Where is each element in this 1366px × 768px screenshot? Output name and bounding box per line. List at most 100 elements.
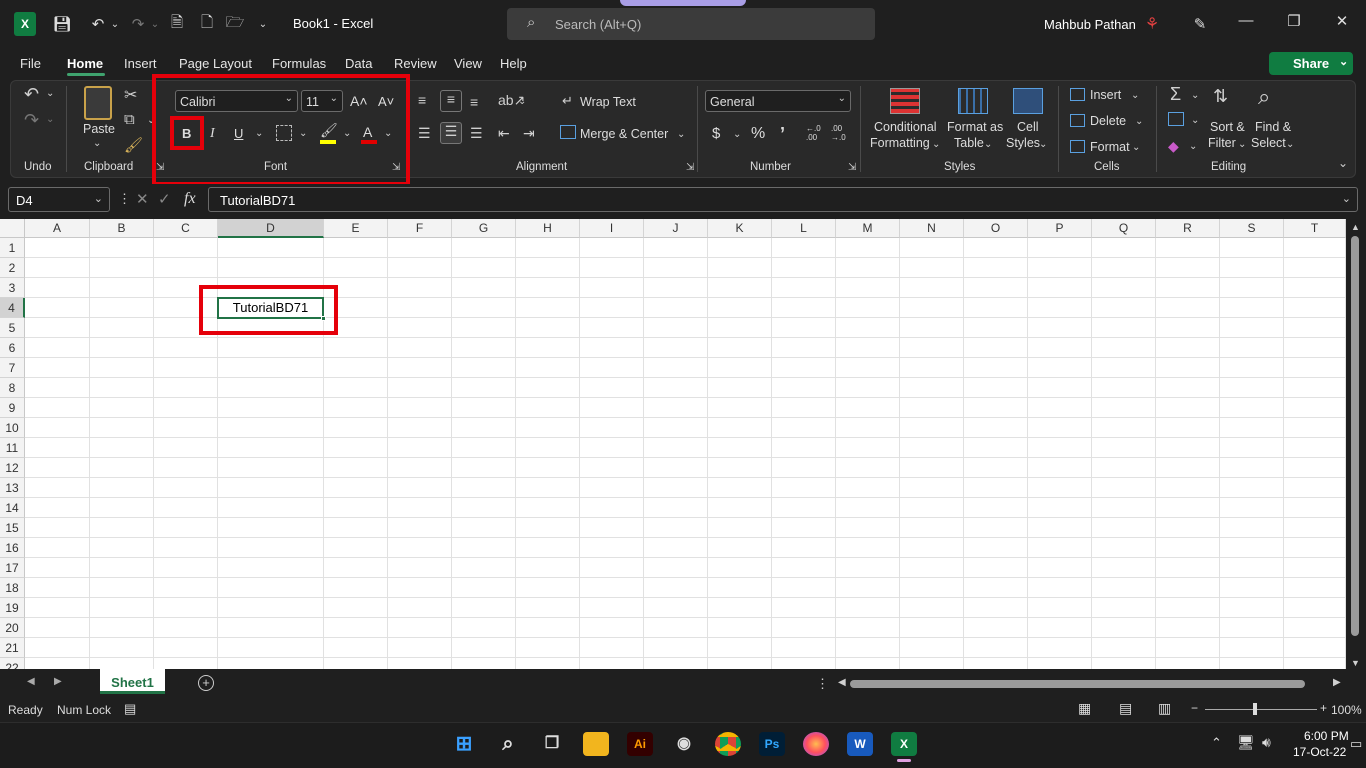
column-header-n[interactable]: N xyxy=(900,219,964,238)
currency-button[interactable]: $ xyxy=(712,125,720,142)
column-header-g[interactable]: G xyxy=(452,219,516,238)
tab-view[interactable]: View xyxy=(454,56,482,71)
format-painter-icon[interactable]: 🖌︎ xyxy=(124,136,143,154)
cell-styles-label-1[interactable]: Cell xyxy=(1017,120,1039,134)
scroll-up-icon[interactable]: ▲ xyxy=(1351,222,1360,232)
row-header-18[interactable]: 18 xyxy=(0,578,25,598)
column-header-j[interactable]: J xyxy=(644,219,708,238)
align-left-icon[interactable]: ☰ xyxy=(418,125,431,142)
scroll-left-icon[interactable]: ◀ xyxy=(838,677,846,688)
merge-center-button[interactable]: Merge & Center xyxy=(580,127,668,141)
collapse-ribbon-icon[interactable]: ⌄ xyxy=(1338,156,1348,170)
row-header-9[interactable]: 9 xyxy=(0,398,25,418)
insert-dropdown-icon[interactable]: ⌄ xyxy=(1131,90,1139,101)
tab-file[interactable]: File xyxy=(20,56,41,71)
row-header-7[interactable]: 7 xyxy=(0,358,25,378)
align-right-icon[interactable]: ☰ xyxy=(470,125,483,142)
row-header-12[interactable]: 12 xyxy=(0,458,25,478)
tray-chevron-icon[interactable]: ⌃ xyxy=(1211,735,1222,751)
add-sheet-icon[interactable]: + xyxy=(198,675,214,691)
tab-review[interactable]: Review xyxy=(394,56,437,71)
delete-cells-button[interactable]: Delete xyxy=(1090,114,1126,128)
format-as-table-dropdown-icon[interactable]: ⌄ xyxy=(984,139,992,150)
align-bottom-icon[interactable]: ≡ xyxy=(470,94,478,110)
copy-icon[interactable]: ⧉ xyxy=(124,111,135,128)
wrap-text-button[interactable]: Wrap Text xyxy=(580,95,636,109)
sort-filter-dropdown-icon[interactable]: ⌄ xyxy=(1238,139,1246,150)
close-icon[interactable]: ✕ xyxy=(1322,12,1362,36)
avatar[interactable]: ⚘ xyxy=(1140,12,1164,36)
number-format-dropdown[interactable]: General ⌄ xyxy=(705,90,851,112)
row-header-14[interactable]: 14 xyxy=(0,498,25,518)
format-dropdown-icon[interactable]: ⌄ xyxy=(1132,142,1140,153)
tab-split-icon[interactable]: ⋮ xyxy=(816,676,829,692)
cancel-icon[interactable]: ✕ xyxy=(136,190,149,208)
autosum-icon[interactable]: Σ xyxy=(1170,84,1181,105)
conditional-formatting-icon[interactable] xyxy=(890,88,920,114)
clear-dropdown-icon[interactable]: ⌄ xyxy=(1189,141,1197,152)
conditional-formatting-label-2[interactable]: Formatting xyxy=(870,136,930,150)
prev-sheet-icon[interactable]: ◀ xyxy=(27,676,35,687)
paste-dropdown-icon[interactable]: ⌄ xyxy=(93,138,101,149)
row-header-5[interactable]: 5 xyxy=(0,318,25,338)
column-header-p[interactable]: P xyxy=(1028,219,1092,238)
page-layout-view-icon[interactable]: ▤ xyxy=(1119,700,1132,717)
row-header-2[interactable]: 2 xyxy=(0,258,25,278)
column-header-a[interactable]: A xyxy=(25,219,90,238)
minimize-icon[interactable]: — xyxy=(1226,12,1266,36)
currency-dropdown-icon[interactable]: ⌄ xyxy=(733,129,741,140)
spreadsheet-grid[interactable]: A B C D E F G H I J K L M N O P Q R S T 1 2 3 4 5 6 7 8 9 10 11 12 13 14 1… xyxy=(0,219,1346,669)
column-header-b[interactable]: B xyxy=(90,219,154,238)
row-header-6[interactable]: 6 xyxy=(0,338,25,358)
format-cells-button[interactable]: Format xyxy=(1090,140,1130,154)
scroll-right-icon[interactable]: ▶ xyxy=(1333,677,1341,688)
row-header-3[interactable]: 3 xyxy=(0,278,25,298)
merge-dropdown-icon[interactable]: ⌄ xyxy=(677,129,685,140)
row-header-21[interactable]: 21 xyxy=(0,638,25,658)
find-select-dropdown-icon[interactable]: ⌄ xyxy=(1286,139,1294,150)
firefox-icon[interactable] xyxy=(803,732,829,756)
delete-cells-icon[interactable] xyxy=(1070,114,1085,127)
row-header-1[interactable]: 1 xyxy=(0,238,25,258)
column-header-s[interactable]: S xyxy=(1220,219,1284,238)
open-folder-icon[interactable]: 🗁︎ xyxy=(224,12,246,36)
decrease-indent-icon[interactable]: ⇤ xyxy=(498,125,510,142)
vertical-scroll-thumb[interactable] xyxy=(1351,236,1359,636)
find-select-icon[interactable]: ⌕ xyxy=(1258,84,1270,110)
row-header-15[interactable]: 15 xyxy=(0,518,25,538)
column-header-h[interactable]: H xyxy=(516,219,580,238)
delete-dropdown-icon[interactable]: ⌄ xyxy=(1135,116,1143,127)
row-header-20[interactable]: 20 xyxy=(0,618,25,638)
tab-insert[interactable]: Insert xyxy=(124,56,157,71)
zoom-out-icon[interactable]: − xyxy=(1191,701,1198,715)
sort-filter-icon[interactable]: ⇅ xyxy=(1213,86,1228,107)
sort-filter-label-2[interactable]: Filter xyxy=(1208,136,1236,150)
app-icon[interactable]: ◉ xyxy=(671,732,697,756)
column-header-i[interactable]: I xyxy=(580,219,644,238)
insert-cells-icon[interactable] xyxy=(1070,88,1085,101)
enter-icon[interactable]: ✓ xyxy=(158,190,171,208)
name-box[interactable]: D4 ⌄ xyxy=(8,187,110,212)
column-header-f[interactable]: F xyxy=(388,219,452,238)
search-box[interactable]: ⌕ Search (Alt+Q) xyxy=(507,8,875,40)
photoshop-icon[interactable]: Ps xyxy=(759,732,785,756)
find-select-label-1[interactable]: Find & xyxy=(1255,120,1291,134)
align-middle-icon[interactable]: ≡ xyxy=(440,90,462,112)
merge-center-icon[interactable] xyxy=(560,125,576,139)
tab-formulas[interactable]: Formulas xyxy=(272,56,326,71)
autosum-dropdown-icon[interactable]: ⌄ xyxy=(1191,90,1199,101)
insert-function-icon[interactable]: fx xyxy=(184,190,196,208)
clear-icon[interactable]: ◆ xyxy=(1168,138,1179,155)
word-icon[interactable]: W xyxy=(847,732,873,756)
zoom-slider-thumb[interactable] xyxy=(1253,703,1257,715)
column-header-m[interactable]: M xyxy=(836,219,900,238)
sort-filter-label-1[interactable]: Sort & xyxy=(1210,120,1245,134)
column-header-d[interactable]: D xyxy=(218,219,324,238)
redo-dropdown-icon[interactable]: ⌄ xyxy=(149,12,161,36)
column-header-o[interactable]: O xyxy=(964,219,1028,238)
windows-start-icon[interactable]: ⊞ xyxy=(451,732,477,756)
row-header-17[interactable]: 17 xyxy=(0,558,25,578)
save-icon[interactable]: 💾︎ xyxy=(50,12,74,36)
accessibility-icon[interactable]: ▤ xyxy=(124,701,136,717)
select-all-corner[interactable] xyxy=(0,219,25,238)
